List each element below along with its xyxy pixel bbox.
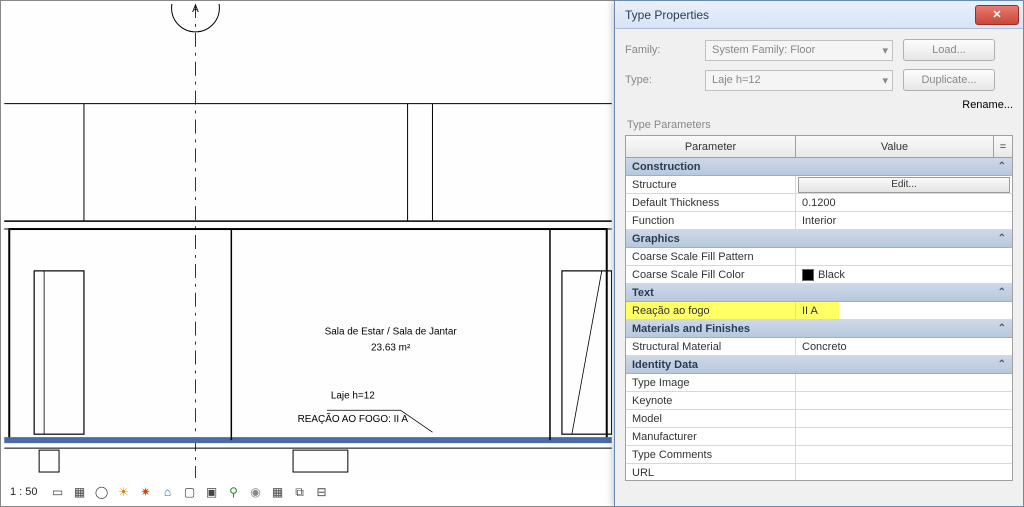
collapse-icon[interactable]: ⌃ [998, 323, 1006, 334]
color-swatch [802, 269, 814, 281]
property-value[interactable] [796, 464, 1012, 480]
rename-button[interactable]: Rename... [962, 99, 1013, 111]
type-label: Type: [625, 74, 695, 86]
property-row[interactable]: Model [626, 410, 1012, 428]
temporary-hide-icon[interactable]: ◉ [248, 484, 264, 500]
view-control-bar: 1 : 50 ▭ ▦ ◯ ☀ ✷ ⌂ ▢ ▣ ⚲ ◉ ▦ ⧉ ⊟ [4, 481, 336, 503]
property-value[interactable] [796, 392, 1012, 409]
dialog-titlebar[interactable]: Type Properties ✕ [615, 1, 1023, 29]
property-name: Structural Material [626, 338, 796, 355]
property-row[interactable]: Coarse Scale Fill ColorBlack [626, 266, 1012, 284]
property-name: Keynote [626, 392, 796, 409]
property-row[interactable]: Keynote [626, 392, 1012, 410]
property-row[interactable]: Type Comments [626, 446, 1012, 464]
property-name: Reação ao fogo [626, 302, 796, 319]
duplicate-button[interactable]: Duplicate... [903, 69, 995, 91]
property-name: Type Image [626, 374, 796, 391]
grid-body[interactable]: Construction⌃StructureEdit...Default Thi… [626, 158, 1012, 480]
property-value[interactable]: II A [796, 302, 1012, 319]
property-name: Type Comments [626, 446, 796, 463]
drawing-viewport[interactable]: A Sala de Estar / Sala de Jantar 23.63 m… [4, 4, 612, 478]
type-parameters-grid: Parameter Value = Construction⌃Structure… [625, 135, 1013, 481]
room-area: 23.63 m² [371, 343, 411, 354]
property-value[interactable]: Interior [796, 212, 1012, 229]
group-header[interactable]: Text⌃ [626, 284, 1012, 302]
drawing-canvas[interactable]: A Sala de Estar / Sala de Jantar 23.63 m… [0, 0, 618, 507]
crop-region-icon[interactable]: ▣ [204, 484, 220, 500]
collapse-icon[interactable]: ⌃ [998, 161, 1006, 172]
property-name: Default Thickness [626, 194, 796, 211]
property-row[interactable]: Structural MaterialConcreto [626, 338, 1012, 356]
family-label: Family: [625, 44, 695, 56]
property-row[interactable]: Type Image [626, 374, 1012, 392]
type-combo[interactable]: Laje h=12 [705, 70, 893, 91]
tag-line1: Laje h=12 [331, 390, 375, 401]
type-properties-dialog: Type Properties ✕ Family: System Family:… [614, 0, 1024, 507]
arc-label: A [192, 4, 199, 15]
property-name: URL [626, 464, 796, 480]
collapse-icon[interactable]: ⌃ [998, 359, 1006, 370]
property-row[interactable]: Reação ao fogoII A [626, 302, 1012, 320]
family-combo[interactable]: System Family: Floor [705, 40, 893, 61]
crop-view-icon[interactable]: ▢ [182, 484, 198, 500]
property-value[interactable] [796, 374, 1012, 391]
property-name: Model [626, 410, 796, 427]
analytical-icon[interactable]: ⊟ [314, 484, 330, 500]
load-button[interactable]: Load... [903, 39, 995, 61]
property-name: Coarse Scale Fill Color [626, 266, 796, 283]
col-extra[interactable]: = [994, 136, 1012, 157]
property-row[interactable]: URL [626, 464, 1012, 480]
type-parameters-label: Type Parameters [627, 119, 1013, 131]
property-value[interactable]: Black [796, 266, 1012, 283]
worksharing-icon[interactable]: ⧉ [292, 484, 308, 500]
visual-style-icon[interactable]: ◯ [94, 484, 110, 500]
scale-value[interactable]: 1 : 50 [10, 486, 38, 498]
property-value[interactable]: Concreto [796, 338, 1012, 355]
property-name: Structure [626, 176, 796, 193]
collapse-icon[interactable]: ⌃ [998, 287, 1006, 298]
property-value[interactable]: 0.1200 [796, 194, 1012, 211]
group-header[interactable]: Materials and Finishes⌃ [626, 320, 1012, 338]
property-value[interactable] [796, 446, 1012, 463]
rendering-icon[interactable]: ⌂ [160, 484, 176, 500]
property-name: Function [626, 212, 796, 229]
property-row[interactable]: Manufacturer [626, 428, 1012, 446]
sun-path-icon[interactable]: ☀ [116, 484, 132, 500]
collapse-icon[interactable]: ⌃ [998, 233, 1006, 244]
shadows-icon[interactable]: ✷ [138, 484, 154, 500]
property-row[interactable]: Default Thickness0.1200 [626, 194, 1012, 212]
dialog-title: Type Properties [625, 8, 975, 22]
model-graphics-icon[interactable]: ▭ [50, 484, 66, 500]
col-parameter[interactable]: Parameter [626, 136, 796, 157]
tag-line2: REAÇÃO AO FOGO: II A [298, 414, 409, 425]
room-name: Sala de Estar / Sala de Jantar [325, 327, 458, 338]
group-header[interactable]: Graphics⌃ [626, 230, 1012, 248]
group-header[interactable]: Construction⌃ [626, 158, 1012, 176]
property-value[interactable] [796, 410, 1012, 427]
group-header[interactable]: Identity Data⌃ [626, 356, 1012, 374]
property-row[interactable]: FunctionInterior [626, 212, 1012, 230]
reveal-hidden-icon[interactable]: ▦ [270, 484, 286, 500]
property-name: Coarse Scale Fill Pattern [626, 248, 796, 265]
grid-header: Parameter Value = [626, 136, 1012, 158]
property-value[interactable] [796, 428, 1012, 445]
property-value[interactable] [796, 248, 1012, 265]
property-row[interactable]: Coarse Scale Fill Pattern [626, 248, 1012, 266]
col-value[interactable]: Value [796, 136, 994, 157]
property-value[interactable]: Edit... [796, 176, 1012, 193]
unlock-icon[interactable]: ⚲ [226, 484, 242, 500]
property-name: Manufacturer [626, 428, 796, 445]
property-row[interactable]: StructureEdit... [626, 176, 1012, 194]
close-button[interactable]: ✕ [975, 5, 1019, 25]
detail-level-icon[interactable]: ▦ [72, 484, 88, 500]
close-icon: ✕ [992, 8, 1001, 21]
edit-button[interactable]: Edit... [798, 177, 1010, 193]
